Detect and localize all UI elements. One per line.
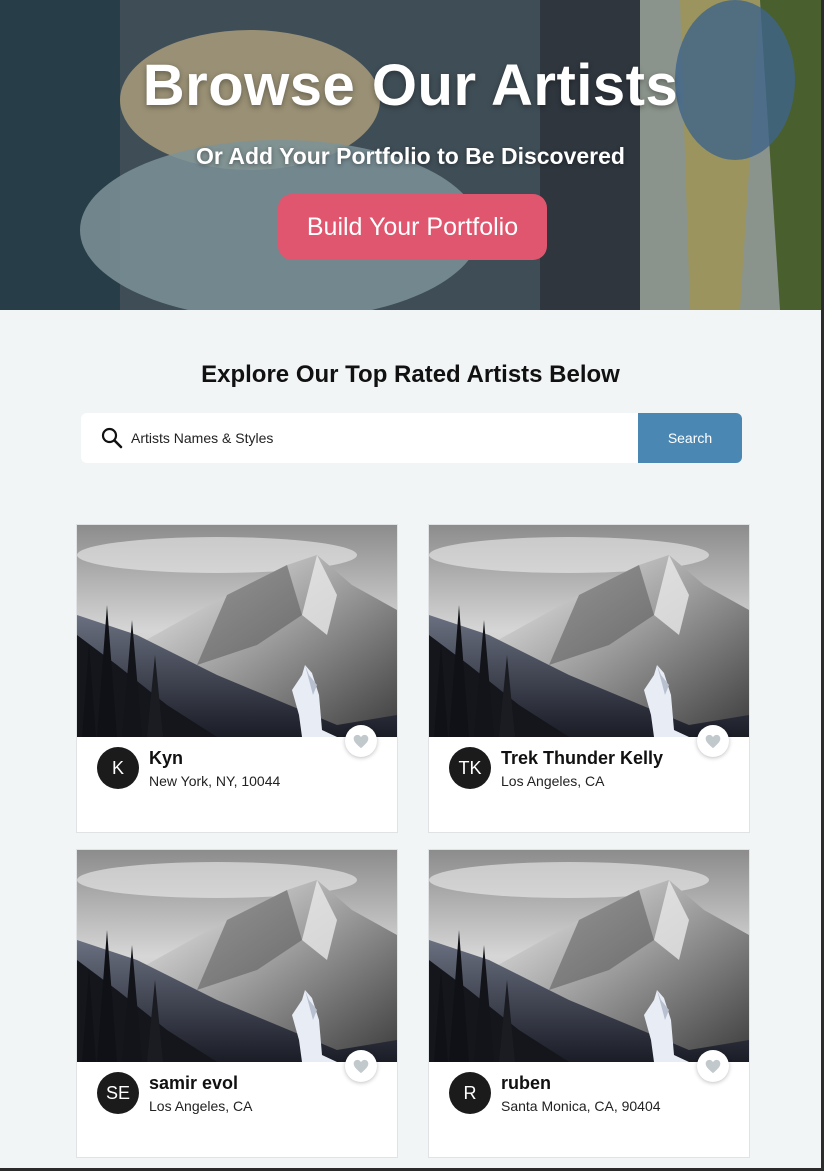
explore-title: Explore Our Top Rated Artists Below <box>201 361 620 388</box>
artist-location: New York, NY, 10044 <box>149 773 281 789</box>
artist-cover-image[interactable] <box>77 525 397 737</box>
artist-card[interactable]: SE samir evol Los Angeles, CA <box>76 849 398 1158</box>
favorite-button[interactable] <box>345 725 377 757</box>
artist-cover-image[interactable] <box>429 525 749 737</box>
artist-name[interactable]: samir evol <box>149 1073 238 1094</box>
page: Browse Our Artists Or Add Your Portfolio… <box>0 0 821 1168</box>
heart-icon <box>353 734 369 748</box>
hero-title: Browse Our Artists <box>142 53 679 118</box>
artist-cover-image[interactable] <box>77 850 397 1062</box>
avatar: TK <box>449 747 491 789</box>
avatar: R <box>449 1072 491 1114</box>
favorite-button[interactable] <box>697 725 729 757</box>
heart-icon <box>705 734 721 748</box>
artist-location: Los Angeles, CA <box>149 1098 253 1114</box>
artist-card[interactable]: K Kyn New York, NY, 10044 <box>76 524 398 833</box>
hero-subtitle: Or Add Your Portfolio to Be Discovered <box>196 143 625 169</box>
artist-name[interactable]: Trek Thunder Kelly <box>501 748 663 769</box>
avatar: SE <box>97 1072 139 1114</box>
avatar: K <box>97 747 139 789</box>
artist-card[interactable]: R ruben Santa Monica, CA, 90404 <box>428 849 750 1158</box>
heart-icon <box>353 1059 369 1073</box>
build-portfolio-button[interactable]: Build Your Portfolio <box>278 194 547 260</box>
artist-cover-image[interactable] <box>429 850 749 1062</box>
heart-icon <box>705 1059 721 1073</box>
artist-card[interactable]: TK Trek Thunder Kelly Los Angeles, CA <box>428 524 750 833</box>
artist-location: Los Angeles, CA <box>501 773 605 789</box>
artist-name[interactable]: Kyn <box>149 748 183 769</box>
favorite-button[interactable] <box>697 1050 729 1082</box>
search-bar: Search <box>81 413 742 463</box>
search-button[interactable]: Search <box>638 413 742 463</box>
artist-name[interactable]: ruben <box>501 1073 551 1094</box>
search-icon <box>101 427 123 449</box>
favorite-button[interactable] <box>345 1050 377 1082</box>
search-input[interactable] <box>131 413 636 463</box>
artist-location: Santa Monica, CA, 90404 <box>501 1098 661 1114</box>
hero-banner: Browse Our Artists Or Add Your Portfolio… <box>0 0 821 310</box>
